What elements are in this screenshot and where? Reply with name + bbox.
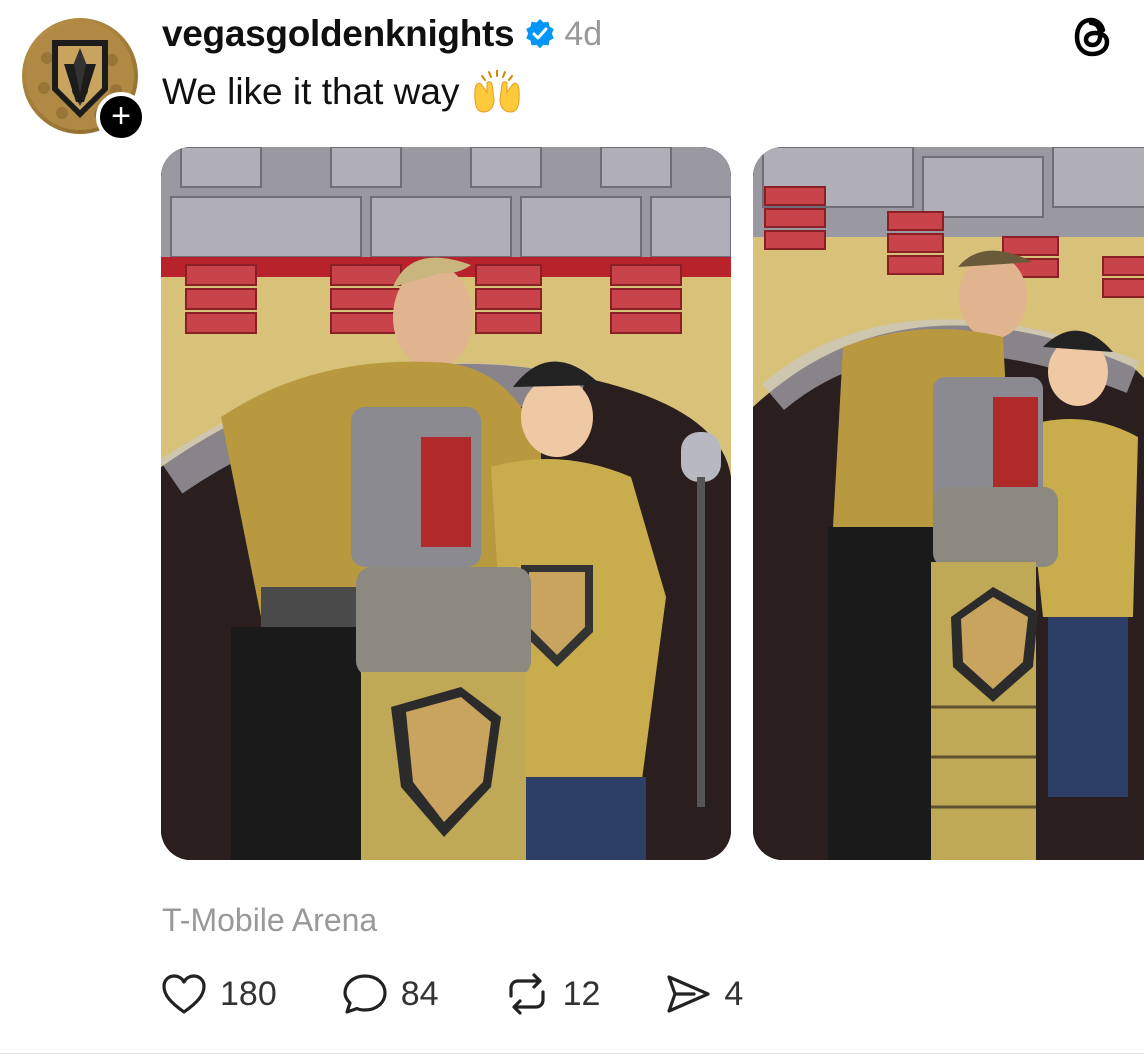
post-image-1[interactable]	[161, 147, 731, 860]
post-location[interactable]: T-Mobile Arena	[162, 902, 377, 939]
like-button[interactable]: 180	[160, 972, 277, 1016]
reply-button[interactable]: 84	[341, 972, 439, 1016]
reply-count: 84	[400, 974, 439, 1013]
repost-icon	[508, 973, 545, 1015]
post-image-2[interactable]	[753, 147, 1144, 860]
verified-badge-icon	[524, 18, 556, 50]
caption-text: We like it that way	[162, 71, 460, 112]
repost-button[interactable]: 12	[503, 972, 601, 1016]
threads-logo-icon[interactable]	[1070, 14, 1116, 60]
share-icon	[667, 975, 710, 1013]
post-caption: We like it that way	[162, 69, 523, 114]
avatar-container[interactable]: +	[22, 18, 146, 142]
raising-hands-emoji-icon	[471, 69, 523, 114]
post-divider	[0, 1053, 1144, 1054]
post-actions: 180 84 12 4	[160, 966, 807, 1022]
follow-button[interactable]: +	[96, 92, 146, 142]
comment-icon	[343, 974, 387, 1014]
share-button[interactable]: 4	[664, 972, 743, 1016]
like-count: 180	[220, 974, 277, 1013]
repost-count: 12	[562, 974, 601, 1013]
post-header: vegasgoldenknights 4d	[162, 12, 602, 56]
username[interactable]: vegasgoldenknights	[162, 13, 515, 55]
post-timestamp: 4d	[564, 14, 603, 53]
heart-icon	[162, 974, 206, 1014]
share-count: 4	[724, 974, 744, 1013]
